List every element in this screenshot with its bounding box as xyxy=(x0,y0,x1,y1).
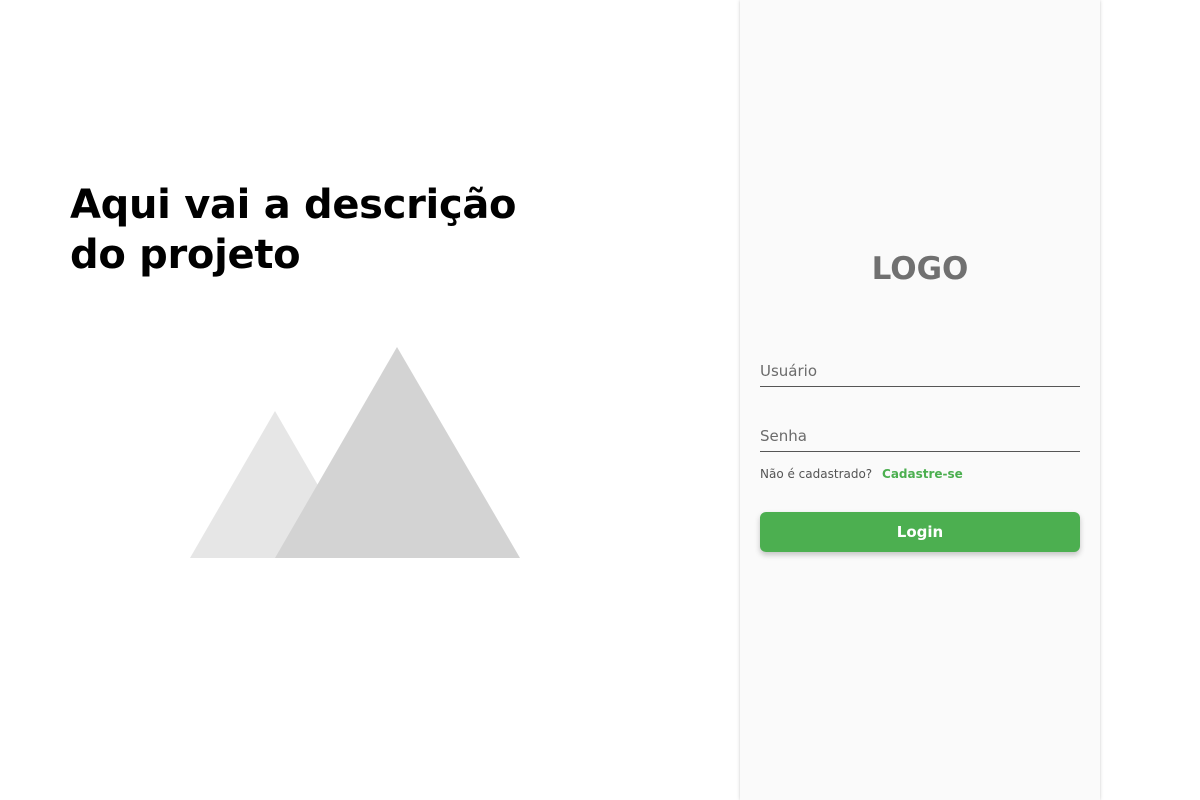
signup-prompt: Não é cadastrado? Cadastre-se xyxy=(760,465,1080,483)
login-button[interactable]: Login xyxy=(760,512,1080,552)
large-mountain-shape xyxy=(275,347,520,558)
username-input[interactable] xyxy=(760,355,1080,387)
login-panel: LOGO Não é cadastrado? Cadastre-se Login xyxy=(740,0,1100,800)
logo: LOGO xyxy=(871,251,969,287)
signup-question-text: Não é cadastrado? xyxy=(760,467,873,481)
project-description-title: Aqui vai a descrição do projeto xyxy=(70,182,517,278)
signup-link[interactable]: Cadastre-se xyxy=(882,467,963,481)
password-input[interactable] xyxy=(760,420,1080,452)
page: Aqui vai a descrição do projeto LOGO Não… xyxy=(0,0,1200,800)
mountains-placeholder-icon xyxy=(190,347,520,558)
